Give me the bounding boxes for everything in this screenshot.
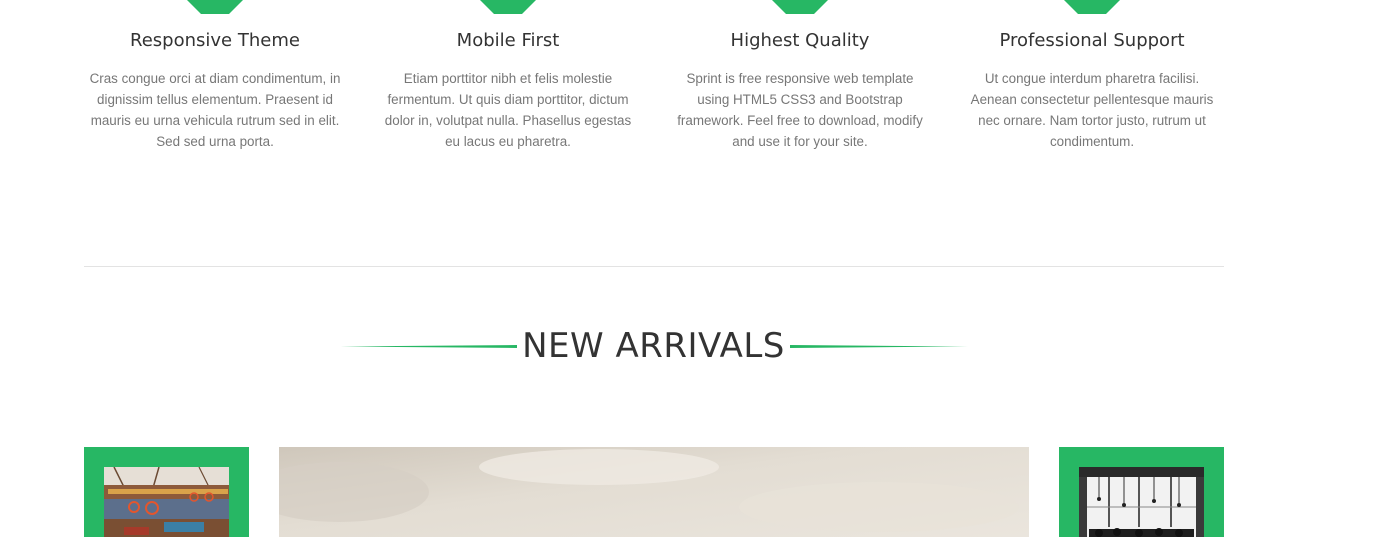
- feature-marker-icon: [772, 0, 828, 14]
- section-divider: [84, 266, 1224, 267]
- feature-title: Responsive Theme: [130, 30, 300, 51]
- feature-marker-icon: [187, 0, 243, 14]
- feature-marker-icon: [480, 0, 536, 14]
- feature-title: Mobile First: [456, 30, 560, 51]
- feature-description: Ut congue interdum pharetra facilisi. Ae…: [970, 71, 1214, 149]
- heading-line-right: [790, 345, 968, 348]
- product-card-right[interactable]: [1059, 447, 1224, 537]
- feature-description: Sprint is free responsive web template u…: [677, 71, 923, 149]
- page: Responsive Theme Cras congue orci at dia…: [0, 0, 1377, 537]
- heading-line-left: [340, 345, 517, 348]
- new-arrivals-heading: NEW ARRIVALS: [340, 323, 970, 369]
- feature-marker-icon: [1064, 0, 1120, 14]
- section-title: NEW ARRIVALS: [522, 326, 785, 366]
- feature-title: Professional Support: [999, 30, 1185, 51]
- product-thumbnail-interior[interactable]: [1079, 467, 1204, 537]
- featured-product-image[interactable]: [279, 447, 1029, 537]
- feature-description: Cras congue orci at diam condimentum, in…: [89, 71, 341, 149]
- product-card-left[interactable]: [84, 447, 249, 537]
- feature-description: Etiam porttitor nibh et felis molestie f…: [384, 71, 632, 149]
- feature-title: Highest Quality: [730, 30, 870, 51]
- product-thumbnail-boats[interactable]: [104, 467, 229, 537]
